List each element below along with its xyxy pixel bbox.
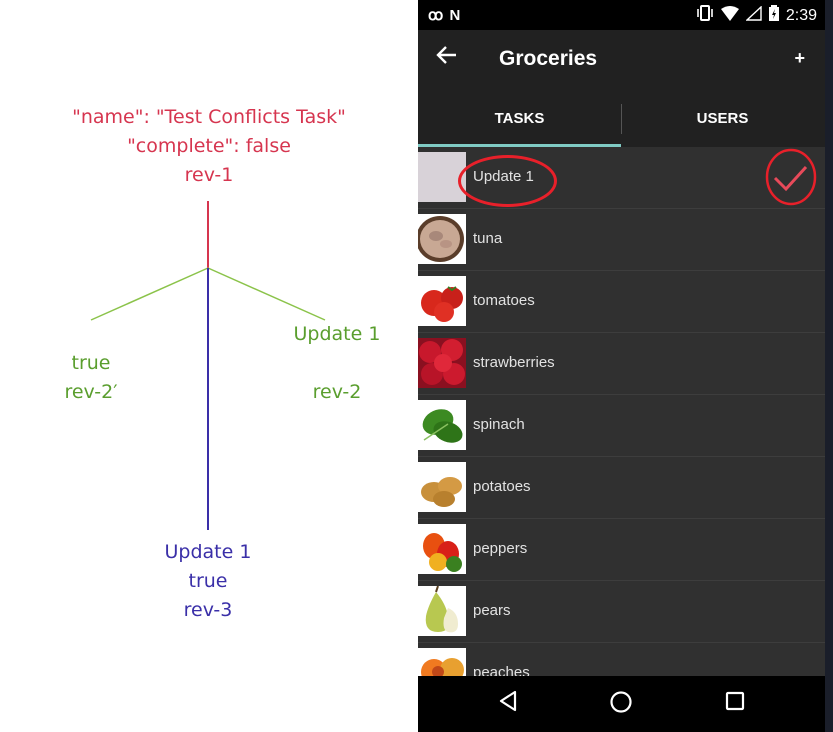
list-item[interactable]: tomatoes bbox=[418, 271, 825, 333]
root-rev-text: rev-1 bbox=[184, 164, 234, 186]
tab-tasks[interactable]: TASKS bbox=[418, 90, 621, 147]
right-branch-value: Update 1 bbox=[293, 323, 381, 345]
recents-nav-icon[interactable] bbox=[725, 690, 745, 717]
tab-users[interactable]: USERS bbox=[621, 90, 824, 147]
task-list: Update 1 tuna tomatoes strawberries spin… bbox=[418, 147, 825, 676]
wifi-icon bbox=[720, 5, 739, 26]
left-branch-rev: rev-2′ bbox=[64, 381, 118, 403]
right-branch-rev: rev-2 bbox=[312, 381, 362, 403]
list-item[interactable]: peaches bbox=[418, 643, 825, 676]
nav-bar bbox=[418, 676, 825, 732]
list-item-label: peaches bbox=[473, 664, 530, 676]
strawberries-image bbox=[418, 338, 466, 388]
back-nav-icon[interactable] bbox=[498, 690, 518, 717]
branch-right-line bbox=[207, 267, 326, 321]
list-item[interactable]: Update 1 bbox=[418, 147, 825, 209]
list-item[interactable]: peppers bbox=[418, 519, 825, 581]
list-item[interactable]: potatoes bbox=[418, 457, 825, 519]
right-branch-label: Update 1 rev-2 bbox=[287, 320, 387, 407]
list-item[interactable]: tuna bbox=[418, 209, 825, 271]
list-item[interactable]: strawberries bbox=[418, 333, 825, 395]
home-nav-icon[interactable] bbox=[609, 690, 633, 719]
bottom-rev: rev-3 bbox=[183, 599, 233, 621]
bottom-node-label: Update 1 true rev-3 bbox=[148, 538, 268, 625]
root-name-text: "name": "Test Conflicts Task" bbox=[72, 106, 346, 128]
list-item-label: tomatoes bbox=[473, 292, 535, 309]
page-title: Groceries bbox=[499, 47, 598, 70]
list-item-label: strawberries bbox=[473, 354, 555, 371]
left-branch-value: true bbox=[71, 352, 111, 374]
battery-icon bbox=[768, 5, 779, 26]
vibrate-icon bbox=[696, 5, 714, 26]
tomatoes-image bbox=[418, 276, 466, 326]
list-item[interactable]: pears bbox=[418, 581, 825, 643]
bottom-complete: true bbox=[188, 570, 228, 592]
status-bar: ꝏ N 2:39 bbox=[418, 0, 825, 30]
left-branch-label: true rev-2′ bbox=[51, 349, 131, 407]
list-item-label: potatoes bbox=[473, 478, 531, 495]
list-item-label: spinach bbox=[473, 416, 525, 433]
clock-text: 2:39 bbox=[785, 6, 817, 24]
list-item-label: tuna bbox=[473, 230, 503, 247]
bottom-value: Update 1 bbox=[164, 541, 252, 563]
phone-screen: ꝏ N 2:39 Groceries + TASKS USERS Update … bbox=[418, 0, 825, 732]
potatoes-image bbox=[418, 462, 466, 512]
pears-image bbox=[418, 585, 466, 636]
arrow-left-icon[interactable] bbox=[436, 44, 458, 74]
status-icons: 2:39 bbox=[696, 4, 817, 26]
peaches-image bbox=[418, 648, 466, 676]
root-complete-text: "complete": false bbox=[127, 135, 291, 157]
root-node-label: "name": "Test Conflicts Task" "complete"… bbox=[69, 103, 349, 190]
window-edge bbox=[825, 0, 833, 732]
app-toolbar: Groceries + bbox=[418, 30, 825, 90]
list-item-label: peppers bbox=[473, 540, 528, 557]
notification-icons: ꝏ N bbox=[428, 7, 462, 24]
add-task-button[interactable]: + bbox=[794, 48, 805, 69]
tab-divider bbox=[621, 104, 622, 134]
list-item-label: pears bbox=[473, 602, 511, 619]
annotation-circle bbox=[458, 155, 557, 207]
signal-icon bbox=[745, 4, 762, 26]
branch-left-line bbox=[90, 267, 209, 321]
revision-tree-diagram: "name": "Test Conflicts Task" "complete"… bbox=[0, 0, 418, 732]
peppers-image bbox=[418, 524, 466, 574]
checkmark-icon[interactable] bbox=[765, 148, 817, 206]
spinach-image bbox=[418, 400, 466, 450]
tuna-image bbox=[418, 214, 466, 264]
list-item[interactable]: spinach bbox=[418, 395, 825, 457]
